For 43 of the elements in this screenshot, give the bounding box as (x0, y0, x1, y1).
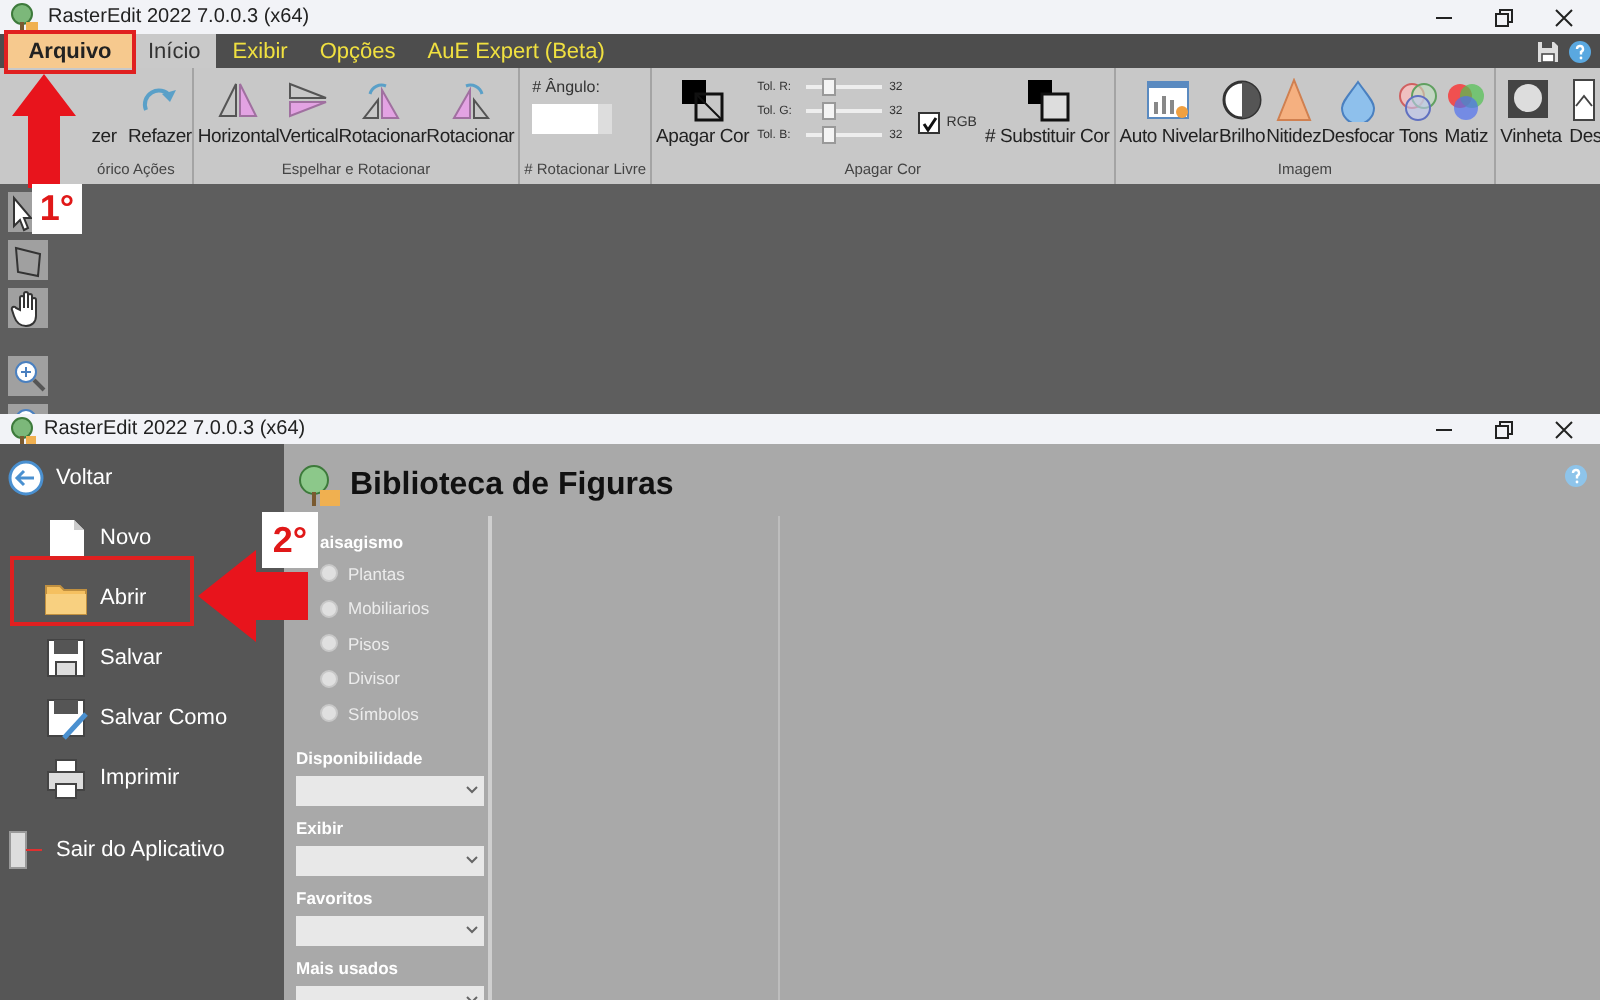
ribbon-button[interactable]: Desfocar (1321, 68, 1395, 148)
menu-item[interactable]: Abrir (0, 572, 159, 624)
ribbon-button[interactable]: Auto Nivelar (1119, 68, 1219, 148)
ribbon-button[interactable]: zer (80, 68, 128, 148)
ribbon-button[interactable]: Apagar Cor (656, 68, 750, 148)
step-label: 2° (262, 512, 318, 568)
ribbon-button[interactable]: Tons (1394, 68, 1443, 148)
ribbon-button[interactable]: Rotacionar (426, 68, 515, 148)
page-heading: Biblioteca de Figuras (350, 468, 674, 504)
tab[interactable]: Início (132, 34, 217, 68)
window-title: RasterEdit 2022 7.0.0.3 (x64) (44, 418, 306, 440)
window-title: RasterEdit 2022 7.0.0.3 (x64) (48, 6, 310, 28)
ribbon-button[interactable]: Rotacionar (338, 68, 427, 148)
tab[interactable]: Opções (303, 34, 412, 68)
ribbon-button[interactable]: Refazer (128, 68, 192, 148)
menu-item[interactable]: Sair do Aplicativo (0, 824, 237, 876)
menu-item[interactable]: Salvar (0, 632, 175, 684)
option-label: Símbolos (348, 703, 419, 724)
menu-item[interactable]: Imprimir (0, 752, 192, 804)
ribbon-button[interactable]: Nitidez (1266, 68, 1322, 148)
filter-label: Favoritos (296, 887, 375, 909)
step-label: 1° (32, 184, 82, 234)
menu-item[interactable]: Voltar (0, 452, 125, 504)
menu-item[interactable]: Salvar Como (0, 692, 240, 744)
file-tab[interactable]: Arquivo (8, 34, 132, 68)
field-label: # Ângulo: (532, 78, 602, 96)
option-label: Plantas (348, 563, 405, 584)
ribbon-button[interactable]: Brilho (1218, 68, 1267, 148)
ribbon-button[interactable]: # Substituir Cor (984, 68, 1110, 148)
ribbon-button[interactable]: Matiz (1442, 68, 1491, 148)
ribbon-button[interactable]: Horizontal (197, 68, 280, 148)
ribbon-button[interactable]: Vertical (279, 68, 339, 148)
tab[interactable]: AuE Expert (Beta) (411, 34, 621, 68)
filter-label: Exibir (296, 817, 346, 839)
option-label: Mobiliarios (348, 598, 430, 619)
section-label: aisagismo (318, 532, 406, 556)
option-label: Divisor (348, 668, 400, 689)
option-label: Pisos (348, 633, 390, 654)
filter-label: Disponibilidade (296, 747, 425, 769)
tab[interactable]: Exibir (216, 34, 304, 68)
ribbon-button[interactable]: Vinheta (1500, 68, 1562, 148)
filter-label: Mais usados (296, 957, 401, 979)
menu-item[interactable]: Novo (0, 512, 164, 564)
